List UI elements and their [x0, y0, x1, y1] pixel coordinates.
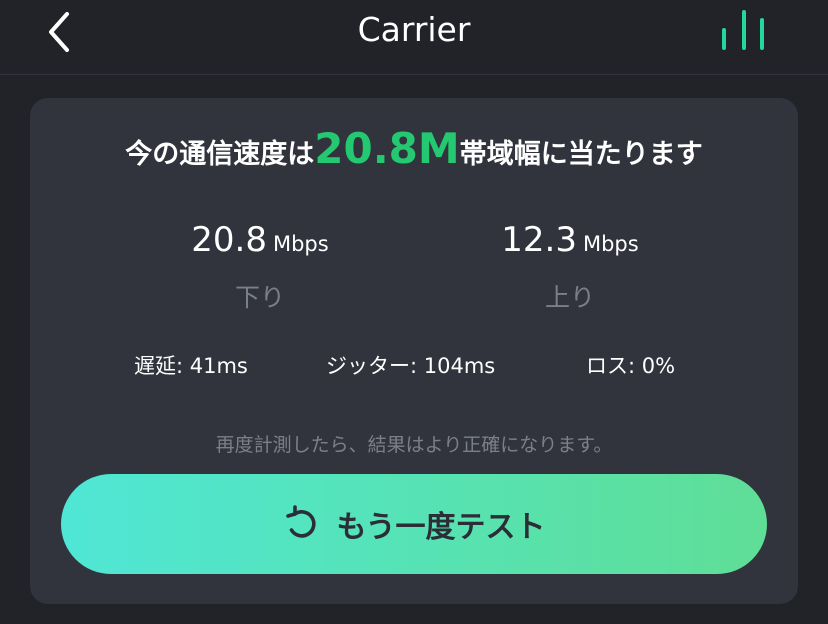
accuracy-hint: 再度計測したら、結果はより正確になります。 — [215, 434, 613, 456]
upload-value: 12.3 — [501, 220, 577, 260]
signal-bars-icon — [722, 10, 764, 50]
download-metric: 20.8 Mbps 下り — [110, 220, 410, 314]
download-value: 20.8 — [191, 220, 267, 260]
retest-label: もう一度テスト — [336, 510, 546, 545]
headline-prefix: 今の通信速度は — [125, 139, 315, 170]
jitter-stat: ジッター: 104ms — [326, 354, 496, 378]
download-unit: Mbps — [272, 232, 329, 256]
signal-button[interactable] — [716, 8, 772, 56]
retest-button[interactable]: もう一度テスト — [61, 474, 767, 574]
refresh-icon — [286, 505, 317, 538]
nav-bar: Carrier — [0, 0, 828, 75]
upload-metric: 12.3 Mbps 上り — [420, 220, 720, 314]
upload-unit: Mbps — [582, 232, 639, 256]
page-title: Carrier — [357, 10, 471, 49]
download-label: 下り — [234, 283, 285, 312]
headline-suffix: 帯域幅に当たります — [459, 139, 703, 170]
latency-stat: 遅延: 41ms — [134, 354, 248, 378]
upload-label: 上り — [544, 283, 595, 312]
result-card: 今の通信速度は20.8M帯域幅に当たります 20.8 Mbps 下り 12.3 Mb… — [30, 98, 798, 604]
speed-result-screen: Carrier 今の通信速度は20.8M帯域幅に当たります 20.8 Mbps 下… — [0, 0, 828, 624]
headline-speed: 20.8M — [314, 124, 460, 173]
loss-stat: ロス: 0% — [586, 354, 676, 378]
speed-headline: 今の通信速度は20.8M帯域幅に当たります — [30, 124, 798, 173]
